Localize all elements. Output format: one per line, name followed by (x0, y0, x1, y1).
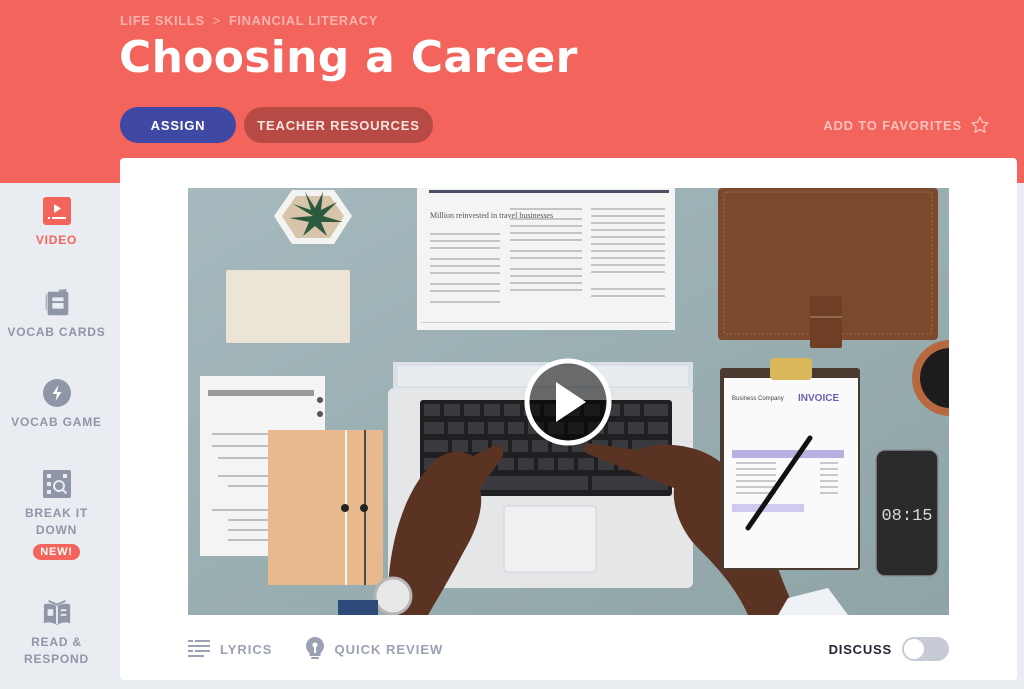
sidebar-item-break-it-down[interactable]: BREAK IT DOWN NEW! (0, 469, 113, 560)
read-respond-text: READ & RESPOND (24, 635, 89, 666)
content-card: Million reinvested in travel businesses (120, 158, 1017, 680)
sidebar-item-vocab-cards[interactable]: VOCAB CARDS (0, 288, 113, 341)
phone-clock: 08:15 (881, 507, 932, 526)
sidebar-label-vocab-game: VOCAB GAME (11, 415, 102, 429)
add-to-favorites-label: ADD TO FAVORITES (823, 117, 962, 133)
discuss-control: DISCUSS (829, 637, 949, 661)
lyrics-icon (188, 640, 210, 657)
new-badge: NEW! (33, 544, 80, 560)
phone: 08:15 (875, 449, 939, 577)
invoice-company: Business Company (732, 396, 784, 402)
tan-folder (268, 430, 383, 585)
lyrics-button[interactable]: LYRICS (188, 639, 272, 659)
open-book-icon (42, 598, 72, 628)
sidebar-label-break-it-down: BREAK IT DOWN (22, 505, 92, 539)
sidebar-item-read-respond[interactable]: READ & RESPOND (0, 598, 113, 668)
breadcrumb-life-skills[interactable]: LIFE SKILLS (120, 13, 205, 28)
star-icon (971, 116, 989, 133)
video-icon (42, 196, 72, 226)
cards-icon (42, 288, 72, 318)
lyrics-label: LYRICS (220, 641, 273, 657)
sidebar-item-video[interactable]: VIDEO (0, 196, 113, 249)
leather-folder (718, 188, 938, 348)
video-thumbnail: Million reinvested in travel businesses (188, 188, 949, 615)
breadcrumb-financial-literacy[interactable]: FINANCIAL LITERACY (229, 13, 378, 28)
sidebar-label-read-respond: READ & RESPOND (22, 634, 92, 668)
lightbulb-icon (306, 637, 325, 659)
teacher-resources-button[interactable]: TEACHER RESOURCES (244, 107, 433, 143)
newspaper: Million reinvested in travel businesses (417, 188, 675, 330)
discuss-label: DISCUSS (828, 641, 892, 657)
page-header: LIFE SKILLS > FINANCIAL LITERACY Choosin… (0, 0, 1024, 183)
quick-review-label: QUICK REVIEW (334, 641, 444, 657)
sidebar: VIDEO VOCAB CARDS VOCAB GAME BREAK IT DO… (0, 183, 113, 689)
video-player[interactable]: Million reinvested in travel businesses (188, 188, 949, 615)
breadcrumb-separator: > (212, 13, 221, 28)
video-controls: LYRICS QUICK REVIEW DISCUSS (188, 634, 949, 664)
lightning-icon (42, 378, 72, 408)
invoice-title: INVOICE (798, 393, 839, 404)
magnifier-grid-icon (42, 469, 72, 499)
add-to-favorites-button[interactable]: ADD TO FAVORITES (823, 115, 990, 135)
page-title: Choosing a Career (119, 32, 578, 83)
sidebar-item-vocab-game[interactable]: VOCAB GAME (0, 378, 113, 431)
quick-review-button[interactable]: QUICK REVIEW (306, 637, 443, 661)
breadcrumb: LIFE SKILLS > FINANCIAL LITERACY (120, 13, 378, 28)
toggle-knob (903, 638, 925, 660)
play-button[interactable] (524, 358, 612, 446)
invoice-clipboard: Business Company INVOICE (720, 358, 860, 570)
cashbook (226, 270, 350, 343)
sidebar-label-vocab-cards: VOCAB CARDS (7, 325, 106, 339)
discuss-toggle[interactable] (902, 637, 949, 661)
sidebar-label-video: VIDEO (35, 233, 78, 247)
break-it-down-text: BREAK IT DOWN (24, 506, 89, 537)
assign-button[interactable]: ASSIGN (120, 107, 236, 143)
